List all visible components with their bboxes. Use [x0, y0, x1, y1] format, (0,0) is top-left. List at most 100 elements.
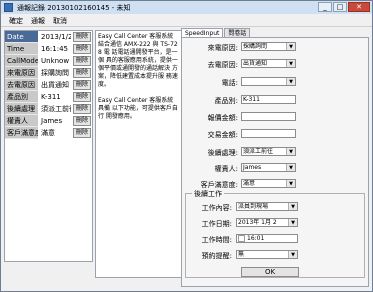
field-value: 採購詢問 — [243, 43, 268, 50]
outgoing-reason-select[interactable]: 出貨通知 ▼ — [241, 59, 296, 68]
speedinput-panel: 來電原因: 採購詢問 ▼ 去電原因: 出貨通知 ▼ 電話: ▼ 產品別: K-311… — [181, 37, 369, 287]
owner-select[interactable]: James ▼ — [241, 163, 296, 172]
grid-row: 後續處理 須派工前往 刪除 — [5, 103, 92, 115]
grid-value[interactable]: 2013/1/2 — [39, 31, 71, 43]
menu-bar: 確定 通報 取消 — [1, 15, 372, 27]
field-value: 滿意 — [243, 180, 256, 187]
grid-key: 來電原因 — [5, 67, 38, 79]
chevron-down-icon[interactable]: ▼ — [288, 219, 297, 226]
work-time-field[interactable]: 16:01 — [236, 234, 298, 243]
chevron-down-icon[interactable]: ▼ — [286, 43, 295, 50]
info-text-panel[interactable]: Easy Call Center 客服系統 結合通信 AMX-222 與 TS-… — [95, 30, 182, 278]
form-label: 交易金額: — [207, 131, 238, 139]
grid-value[interactable]: 須派工前往 — [39, 103, 71, 115]
work-content-select[interactable]: 派員到現場 ▼ — [236, 202, 298, 211]
phone-select[interactable]: ▼ — [241, 77, 296, 86]
grid-value[interactable]: K-311 — [39, 91, 71, 103]
field-value: James — [243, 164, 262, 171]
group-title: 後續工作 — [192, 189, 224, 199]
form-label: 去電原因: — [207, 61, 238, 69]
grid-key: Date — [5, 31, 38, 43]
delete-button[interactable]: 刪除 — [73, 80, 91, 90]
delete-button[interactable]: 刪除 — [73, 44, 91, 54]
delete-button[interactable]: 刪除 — [73, 56, 91, 66]
app-icon — [4, 3, 13, 12]
grid-row: Date 2013/1/2 刪除 — [5, 31, 92, 43]
chevron-down-icon[interactable]: ▼ — [286, 148, 295, 155]
grid-row: 權責人 James 刪除 — [5, 115, 92, 127]
field-value: 派員到現場 — [238, 203, 269, 210]
grid-row: Time 16:1:45 刪除 — [5, 43, 92, 55]
grid-row: CallMode Unknow 刪除 — [5, 55, 92, 67]
product-field[interactable]: K-311 — [241, 95, 296, 104]
grid-key: CallMode — [5, 55, 38, 67]
form-label: 工作日期: — [201, 220, 232, 228]
form-label: 電話: — [221, 79, 238, 87]
grid-row: 客戶滿意度 滿意 刪除 — [5, 127, 92, 139]
window-controls: _ □ ✕ — [318, 2, 370, 12]
grid-key: 客戶滿意度 — [5, 127, 38, 139]
form-label: 產品別: — [214, 97, 238, 105]
delete-button[interactable]: 刪除 — [73, 92, 91, 102]
chevron-down-icon[interactable]: ▼ — [286, 78, 295, 85]
field-value: 無 — [238, 251, 245, 258]
deal-amount-field[interactable] — [241, 129, 296, 138]
satisfaction-select[interactable]: 滿意 ▼ — [241, 179, 296, 188]
form-label: 預約提醒: — [201, 252, 232, 260]
delete-button[interactable]: 刪除 — [73, 116, 91, 126]
field-value: 2013年 1月 2 — [238, 219, 277, 226]
form-label: 來電原因: — [207, 44, 238, 52]
form-label: 工作內容: — [201, 204, 232, 212]
close-button[interactable]: ✕ — [348, 2, 370, 12]
chevron-down-icon[interactable]: ▼ — [286, 180, 295, 187]
grid-row: 來電原因 採購詢問 刪除 — [5, 67, 92, 79]
record-grid: Date 2013/1/2 刪除 Time 16:1:45 刪除 CallMod… — [4, 30, 93, 262]
menu-cancel[interactable]: 取消 — [53, 16, 67, 26]
form-label: 後續處理: — [207, 149, 238, 157]
minimize-button[interactable]: _ — [318, 2, 332, 12]
form-label: 工作時間: — [201, 236, 232, 244]
app-window: 通報記錄 20130102160145 - 未知 _ □ ✕ 確定 通報 取消 … — [0, 0, 373, 292]
incoming-reason-select[interactable]: 採購詢問 ▼ — [241, 42, 296, 51]
grid-key: 產品別 — [5, 91, 38, 103]
maximize-button[interactable]: □ — [333, 2, 347, 12]
tab-strip: SpeedInput 問卷話 — [181, 28, 251, 38]
grid-value[interactable]: 滿意 — [39, 127, 71, 139]
form-label: 報價金額: — [207, 114, 238, 122]
info-paragraph: Easy Call Center 客服系統 結合通信 AMX-222 與 TS-… — [98, 33, 178, 88]
reminder-select[interactable]: 無 ▼ — [236, 250, 298, 259]
grid-row: 產品別 K-311 刪除 — [5, 91, 92, 103]
menu-confirm[interactable]: 確定 — [9, 16, 23, 26]
delete-button[interactable]: 刪除 — [73, 128, 91, 138]
grid-value[interactable]: Unknow — [39, 55, 71, 67]
checkbox[interactable] — [238, 235, 245, 242]
delete-button[interactable]: 刪除 — [73, 104, 91, 114]
field-value: 須派工前往 — [243, 148, 274, 155]
field-value: 出貨通知 — [243, 60, 268, 67]
form-label: 權責人: — [214, 165, 238, 173]
followup-select[interactable]: 須派工前往 ▼ — [241, 147, 296, 156]
info-paragraph: Easy Call Center 客服系統具備 以下功能，可提供客戶自行 開發應… — [98, 97, 178, 120]
chevron-down-icon[interactable]: ▼ — [286, 60, 295, 67]
chevron-down-icon[interactable]: ▼ — [286, 164, 295, 171]
chevron-down-icon[interactable]: ▼ — [288, 251, 297, 258]
grid-row: 去電原因 出貨通知 刪除 — [5, 79, 92, 91]
grid-value[interactable]: 出貨通知 — [39, 79, 71, 91]
delete-button[interactable]: 刪除 — [73, 32, 91, 42]
grid-key: Time — [5, 43, 38, 55]
grid-value[interactable]: 採購詢問 — [39, 67, 71, 79]
field-value: 16:01 — [247, 235, 265, 242]
work-date-picker[interactable]: 2013年 1月 2 ▼ — [236, 218, 298, 227]
chevron-down-icon[interactable]: ▼ — [288, 203, 297, 210]
grid-key: 去電原因 — [5, 79, 38, 91]
delete-button[interactable]: 刪除 — [73, 68, 91, 78]
menu-notify[interactable]: 通報 — [31, 16, 45, 26]
grid-value[interactable]: 16:1:45 — [39, 43, 71, 55]
ok-button[interactable]: OK — [241, 267, 299, 277]
grid-key: 權責人 — [5, 115, 38, 127]
grid-value[interactable]: James — [39, 115, 71, 127]
window-title: 通報記錄 20130102160145 - 未知 — [17, 3, 131, 12]
grid-key: 後續處理 — [5, 103, 38, 115]
quote-amount-field[interactable] — [241, 112, 296, 121]
title-bar: 通報記錄 20130102160145 - 未知 _ □ ✕ — [1, 1, 372, 14]
